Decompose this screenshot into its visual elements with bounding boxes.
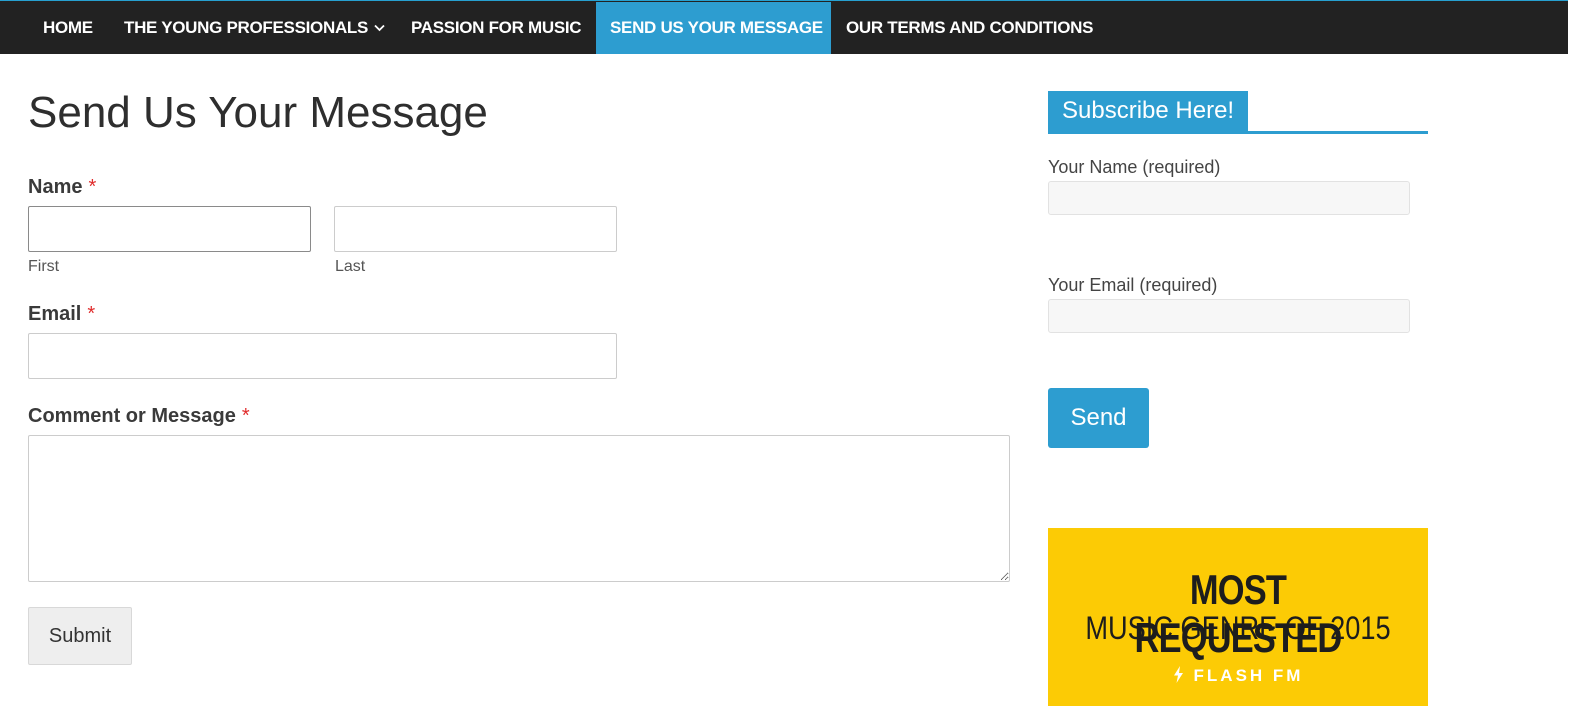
promo-banner[interactable]: MOST REQUESTED MUSIC GENRE OF 2015 FLASH… bbox=[1048, 528, 1428, 706]
name-label-text: Name bbox=[28, 176, 83, 198]
name-field-label: Name * bbox=[28, 176, 96, 199]
nav-item-home[interactable]: HOME bbox=[43, 2, 93, 54]
email-input[interactable] bbox=[28, 333, 617, 379]
first-name-sublabel: First bbox=[28, 258, 60, 275]
subscribe-widget-title: Subscribe Here! bbox=[1048, 91, 1249, 131]
promo-brand-name: FLASH FM bbox=[1193, 666, 1304, 685]
subscribe-email-input[interactable] bbox=[1048, 299, 1410, 333]
email-label-text: Email bbox=[28, 303, 82, 325]
message-textarea[interactable] bbox=[28, 435, 1010, 582]
last-name-input[interactable] bbox=[334, 206, 617, 252]
chevron-down-icon bbox=[374, 2, 385, 54]
nav-item-label: THE YOUNG PROFESSIONALS bbox=[124, 18, 369, 37]
email-field-label: Email * bbox=[28, 303, 95, 326]
page-title: Send Us Your Message bbox=[28, 88, 488, 137]
nav-item-send-us-your-message[interactable]: SEND US YOUR MESSAGE bbox=[596, 2, 831, 54]
first-name-input[interactable] bbox=[28, 206, 311, 252]
subscribe-name-input[interactable] bbox=[1048, 181, 1410, 215]
promo-subheadline: MUSIC GENRE OF 2015 bbox=[1085, 610, 1391, 646]
promo-brand: FLASH FM bbox=[1048, 666, 1428, 688]
nav-item-passion-for-music[interactable]: PASSION FOR MUSIC bbox=[411, 2, 582, 54]
last-name-sublabel: Last bbox=[335, 258, 366, 275]
lightning-bolt-icon bbox=[1173, 666, 1184, 688]
message-field-label: Comment or Message * bbox=[28, 405, 250, 428]
subscribe-email-label: Your Email (required) bbox=[1048, 275, 1218, 295]
required-mark: * bbox=[241, 405, 250, 427]
subscribe-name-label: Your Name (required) bbox=[1048, 157, 1221, 177]
submit-button[interactable]: Submit bbox=[28, 607, 132, 665]
message-label-text: Comment or Message bbox=[28, 405, 236, 427]
subscribe-widget-header: Subscribe Here! bbox=[1048, 91, 1428, 134]
main-navbar: HOME THE YOUNG PROFESSIONALS PASSION FOR… bbox=[0, 0, 1568, 54]
nav-item-young-professionals[interactable]: THE YOUNG PROFESSIONALS bbox=[124, 2, 385, 54]
send-button[interactable]: Send bbox=[1048, 388, 1149, 448]
required-mark: * bbox=[87, 303, 96, 325]
nav-item-terms-and-conditions[interactable]: OUR TERMS AND CONDITIONS bbox=[846, 2, 1093, 54]
required-mark: * bbox=[88, 176, 97, 198]
